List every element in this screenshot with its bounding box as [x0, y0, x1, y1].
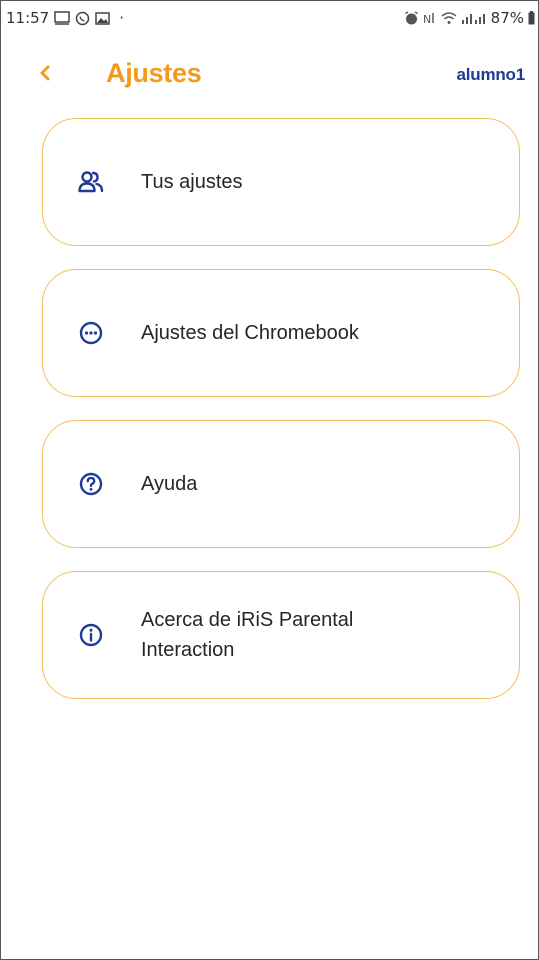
settings-menu: Tus ajustes Ajustes del Chromebook Ayuda: [42, 118, 520, 722]
menu-item-ajustes-chromebook[interactable]: Ajustes del Chromebook: [42, 269, 520, 397]
status-right: N 87%: [404, 9, 535, 27]
menu-item-label: Tus ajustes: [141, 171, 243, 193]
status-dot: ·: [119, 9, 125, 27]
cell-signal-icon: [461, 11, 487, 25]
menu-item-ayuda[interactable]: Ayuda: [42, 420, 520, 548]
menu-item-label: Ayuda: [141, 473, 198, 495]
app-header: Ajustes alumno1: [0, 50, 539, 106]
status-left: 11:57 ·: [6, 9, 124, 27]
image-icon: [95, 11, 110, 25]
battery-icon: [528, 11, 535, 25]
cast-icon: [54, 11, 70, 25]
back-button[interactable]: [28, 58, 62, 92]
signal-icon: N: [423, 11, 437, 25]
page-title: Ajustes: [106, 58, 202, 88]
menu-item-label: Ajustes del Chromebook: [141, 322, 359, 344]
menu-item-label: Acerca de iRiS Parental Interaction: [141, 609, 354, 661]
battery-percent: 87%: [490, 9, 524, 27]
menu-item-acerca-de[interactable]: Acerca de iRiS Parental Interaction: [42, 571, 520, 699]
status-time: 11:57: [6, 9, 50, 27]
help-circle-icon: [78, 471, 104, 497]
wifi-icon: [441, 11, 457, 25]
status-bar: 11:57 · N 87%: [0, 0, 539, 34]
more-circle-icon: [78, 320, 104, 346]
menu-item-tus-ajustes[interactable]: Tus ajustes: [42, 118, 520, 246]
info-circle-icon: [78, 622, 104, 648]
svg-text:N: N: [423, 13, 431, 25]
whatsapp-icon: [75, 11, 90, 26]
chevron-left-icon: [38, 64, 52, 86]
alarm-icon: [404, 10, 419, 26]
users-icon: [78, 169, 104, 195]
username-label[interactable]: alumno1: [456, 65, 525, 85]
